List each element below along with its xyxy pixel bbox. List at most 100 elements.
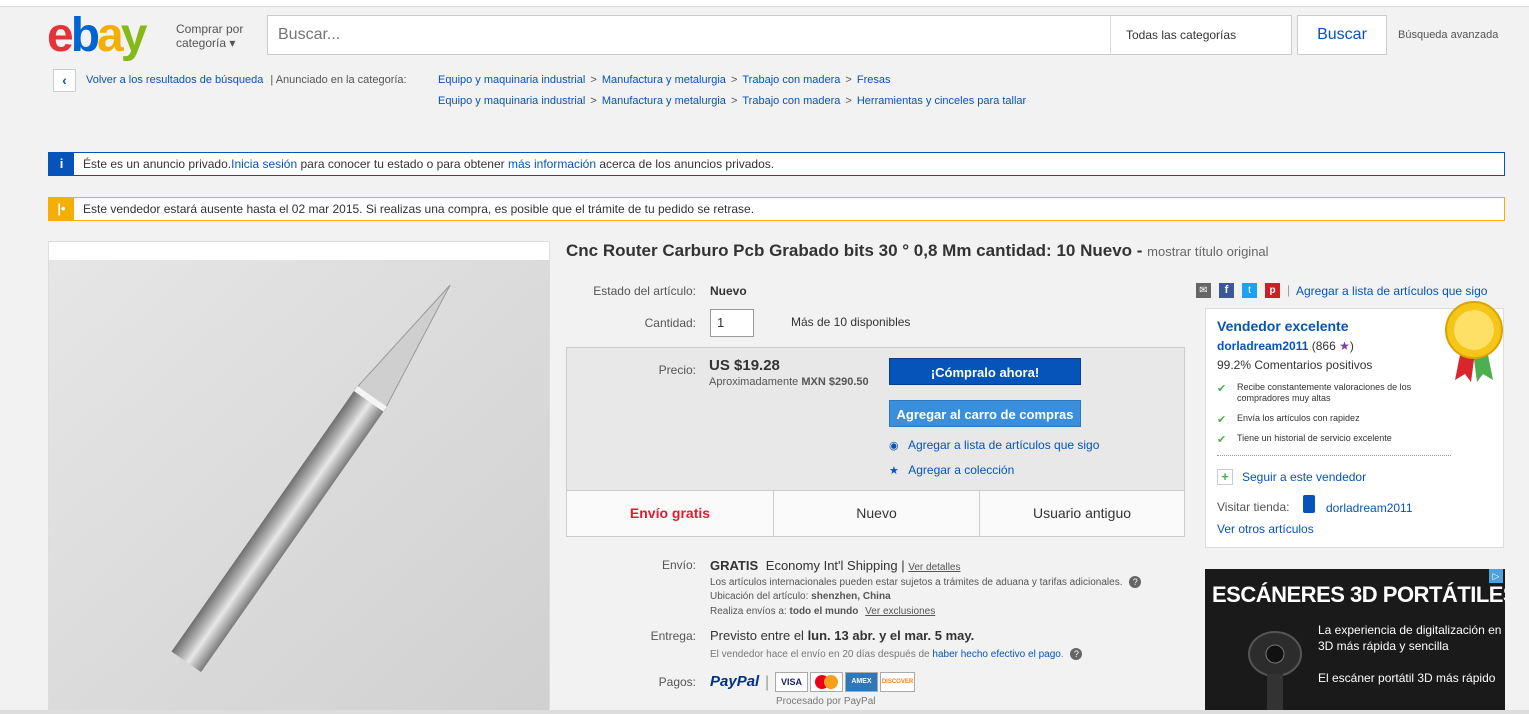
other-items-link[interactable]: Ver otros artículos [1217,522,1314,536]
watch-link[interactable]: Agregar a lista de artículos que sigo [908,438,1099,452]
price-label: Precio: [658,363,696,377]
crumb-industrial[interactable]: Equipo y maquinaria industrial [438,95,585,107]
seller-point-1: Recibe constantemente valoraciones de lo… [1237,382,1412,403]
crumb-router-bits[interactable]: Fresas [857,74,891,86]
help-icon[interactable]: ? [1129,576,1142,588]
pinterest-icon[interactable]: p [1265,283,1280,298]
exclusions-link[interactable]: Ver exclusiones [865,606,935,617]
payment-separator: | [765,674,770,691]
seller-name-link[interactable]: dorladream2011 [1217,339,1308,353]
back-to-results-link[interactable]: Volver a los resultados de búsqueda [86,74,263,86]
store-link[interactable]: dorladream2011 [1326,501,1413,515]
collection-row[interactable]: ★ Agregar a colección [889,463,1014,477]
processed-by-paypal: Procesado por PayPal [776,696,876,707]
customs-text: Los artículos internacionales pueden est… [710,577,1123,588]
ad-line-2: El escáner portátil 3D más rápido [1318,671,1496,685]
shipping-service: Economy Int'l Shipping | [765,558,905,573]
search-input[interactable] [268,16,1110,54]
new-condition-feature: Nuevo [773,490,979,536]
checkmark-icon: ✔ [1217,414,1227,426]
quantity-input[interactable]: 1 [710,309,754,337]
top-rated-seller-title: Vendedor excelente [1217,318,1349,334]
delivery-label: Entrega: [650,629,696,643]
crumb-manufacturing[interactable]: Manufactura y metalurgia [602,95,726,107]
crumb-industrial[interactable]: Equipo y maquinaria industrial [438,74,585,86]
search-button[interactable]: Buscar [1297,15,1387,55]
crumb-manufacturing[interactable]: Manufactura y metalurgia [602,74,726,86]
payment-received-link[interactable]: haber hecho efectivo el pago [932,649,1060,660]
location-value: shenzhen, China [811,591,891,602]
add-to-cart-button[interactable]: Agregar al carro de compras [889,400,1081,427]
crumb-carving-tools[interactable]: Herramientas y cinceles para tallar [857,95,1026,107]
availability-text: Más de 10 disponibles [791,315,911,329]
store-icon [1303,495,1315,513]
add-collection-link[interactable]: Agregar a colección [908,463,1014,477]
delivery-note: El vendedor hace el envío en 20 días des… [710,648,1083,660]
crumb-separator: > [845,74,852,86]
used-user-feature: Usuario antiguo [979,490,1184,536]
crumb-separator: > [845,95,852,107]
ad-line-1: La experiencia de digitalización en 3D m… [1318,623,1502,653]
buy-now-button[interactable]: ¡Cómpralo ahora! [889,358,1081,385]
seller-away-banner: |• Este vendedor estará ausente hasta el… [48,197,1505,221]
more-info-link[interactable]: más información [508,157,596,171]
scanner-ad[interactable]: ▷ ESCÁNERES 3D PORTÁTILES La experiencia… [1205,569,1505,714]
twitter-icon[interactable]: t [1242,283,1257,298]
watch-list-link[interactable]: Agregar a lista de artículos que sigo [1296,284,1487,298]
seller-away-text: Este vendedor estará ausente hasta el 02… [83,202,755,216]
help-icon[interactable]: ? [1070,648,1083,660]
item-location: Ubicación del artículo: shenzhen, China [710,591,891,602]
crumb-separator: > [590,95,597,107]
watch-row[interactable]: ◉ Agregar a lista de artículos que sigo [889,438,1099,452]
share-separator: | [1287,283,1291,297]
approx-prefix: Aproximadamente [709,376,799,388]
feedback-score[interactable]: (866 [1312,339,1336,353]
breadcrumb-path-2: Equipo y maquinaria industrial > Manufactu… [438,95,1026,107]
info-icon: i [49,153,74,175]
flag-icon: |• [49,198,74,220]
approx-value: MXN $290.50 [801,376,869,388]
listed-in-label: | Anunciado en la categoría: [270,74,407,86]
feedback-star-icon: ★ [1339,339,1350,353]
facebook-icon[interactable]: f [1219,283,1234,298]
seller-point-3: Tiene un historial de servicio excelente [1237,433,1392,443]
search-bar: Todas las categorías [267,15,1292,55]
show-original-title-link[interactable]: mostrar título original [1147,244,1268,259]
crumb-woodworking[interactable]: Trabajo con madera [742,95,840,107]
shipping-info: GRATIS Economy Int'l Shipping | Ver deta… [710,558,961,573]
title-text: Cnc Router Carburo Pcb Grabado bits 30 °… [566,241,1143,260]
chevron-down-icon: ▾ [229,36,236,50]
ships-to-value: todo el mundo [789,606,859,617]
item-title: Cnc Router Carburo Pcb Grabado bits 30 °… [566,241,1269,261]
private-text-3: acerca de los anuncios privados. [596,157,775,171]
checkmark-icon: ✔ [1217,383,1227,395]
private-text-2: para conocer tu estado o para obtener [297,157,508,171]
private-listing-banner: i Éste es un anuncio privado.Inicia sesi… [48,152,1505,176]
plus-icon[interactable]: + [1217,469,1233,485]
visa-icon: VISA [775,672,808,692]
back-arrow-icon[interactable]: ‹ [53,69,76,92]
paypal-logo: PayPal [710,673,760,690]
advanced-search-link[interactable]: Búsqueda avanzada [1398,29,1498,41]
sign-in-link[interactable]: Inicia sesión [231,157,297,171]
shipping-free: GRATIS [710,558,759,573]
quantity-label: Cantidad: [644,316,696,330]
seller-point-2: Envía los artículos con rapidez [1237,413,1360,423]
follow-seller-link[interactable]: Seguir a este vendedor [1242,470,1366,484]
product-image[interactable] [48,241,550,714]
shipping-details-link[interactable]: Ver detalles [908,562,960,573]
price-value: US $19.28 [709,357,780,374]
ad-choices-icon[interactable]: ▷ [1489,569,1503,583]
ships-to-label: Realiza envíos a: [710,606,787,617]
ad-headline: ESCÁNERES 3D PORTÁTILES [1212,582,1505,607]
router-bit-image [49,242,549,713]
email-icon[interactable]: ✉ [1196,283,1211,298]
crumb-woodworking[interactable]: Trabajo con madera [742,74,840,86]
eye-icon: ◉ [889,440,899,452]
amex-icon: AMEX [845,672,878,692]
ebay-logo[interactable]: ebay [47,10,147,62]
shop-by-category[interactable]: Comprar por categoría ▾ [176,22,243,50]
delivery-note-text: El vendedor hace el envío en 20 días des… [710,649,930,660]
category-select[interactable]: Todas las categorías [1110,16,1291,54]
delivery-estimate: Previsto entre el lun. 13 abr. y el mar.… [710,628,974,643]
